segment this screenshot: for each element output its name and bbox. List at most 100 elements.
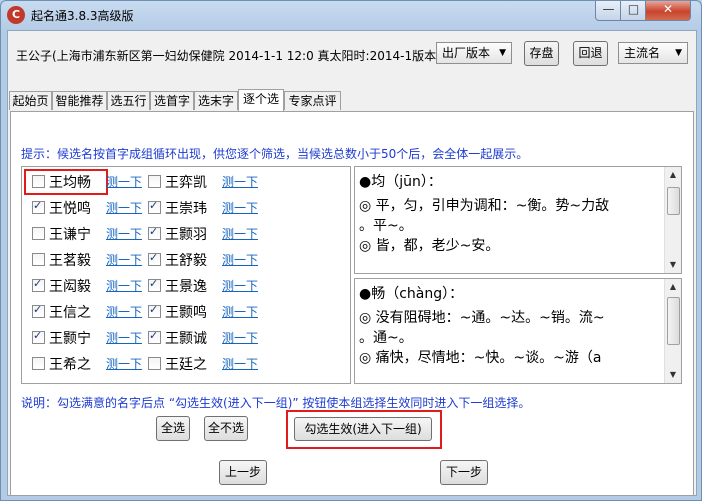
name-checkbox[interactable] [32,199,45,214]
chevron-down-icon: ▼ [499,48,506,58]
name-checkbox[interactable] [32,357,45,370]
hint-text: 提示：候选名按首字成组循环出现，供您逐个筛选，当候选总数小于50个后，会全体一起… [21,147,529,161]
test-link[interactable]: 测一下 [222,199,258,216]
test-link[interactable]: 测一下 [106,277,142,294]
version-select[interactable]: 出厂版本 ▼ [436,42,512,64]
name-checkbox[interactable] [148,357,161,370]
definition-line: ◎ 没有阻碍地：~通。~达。~销。流~ [359,310,605,326]
tab-expert-review[interactable]: 专家点评 [284,91,341,110]
list-item: 王信之 测一下 王颢鸣 测一下 [22,301,352,321]
name-list: 王均畅 测一下 王弈凯 测一下 王悦鸣 测一下 王崇玮 测一下 王谦宁 [21,166,351,384]
test-link[interactable]: 测一下 [106,303,142,320]
test-link[interactable]: 测一下 [222,277,258,294]
test-link[interactable]: 测一下 [106,173,142,190]
test-link[interactable]: 测一下 [106,225,142,242]
definition-title: ●畅（chàng）： [359,286,464,302]
next-step-button[interactable]: 下一步 [440,460,488,485]
scroll-down-icon[interactable]: ▼ [665,367,681,383]
name-checkbox[interactable] [148,277,161,292]
back-button[interactable]: 回退 [573,41,608,66]
name-label: 王廷之 [165,357,207,373]
name-checkbox[interactable] [148,329,161,344]
name-label: 王悦鸣 [49,201,91,217]
name-label: 王崇玮 [165,201,207,217]
test-link[interactable]: 测一下 [106,355,142,372]
list-item: 王希之 测一下 王廷之 测一下 [22,353,352,373]
scroll-up-icon[interactable]: ▲ [665,279,681,295]
name-checkbox[interactable] [148,225,161,240]
definition-line: 。平~。 [359,218,413,234]
test-link[interactable]: 测一下 [222,303,258,320]
tab-first-char[interactable]: 选首字 [150,91,194,110]
birth-info-text: 王公子(上海市浦东新区第一妇幼保健院 2014-1-1 12:0 真太阳时:20… [16,49,436,63]
name-checkbox[interactable] [148,199,161,214]
test-link[interactable]: 测一下 [222,355,258,372]
name-checkbox[interactable] [32,277,45,292]
scroll-down-icon[interactable]: ▼ [665,257,681,273]
tab-panel: 提示：候选名按首字成组循环出现，供您逐个筛选，当候选总数小于50个后，会全体一起… [10,111,694,496]
name-label: 王希之 [49,357,91,373]
select-none-button[interactable]: 全不选 [204,416,248,441]
minimize-icon[interactable]: — [595,1,622,21]
name-label: 王颢羽 [165,227,207,243]
version-select-value: 出厂版本 [442,46,491,60]
select-all-button[interactable]: 全选 [156,416,190,441]
test-link[interactable]: 测一下 [222,173,258,190]
test-link[interactable]: 测一下 [106,251,142,268]
test-link[interactable]: 测一下 [106,199,142,216]
apply-selection-button[interactable]: 勾选生效(进入下一组) [294,417,432,441]
mode-select[interactable]: 主流名 ▼ [618,42,688,64]
name-checkbox[interactable] [148,175,161,188]
app-window: C 起名通3.8.3高级版 — □ ✕ 王公子(上海市浦东新区第一妇幼保健院 2… [0,0,702,501]
test-link[interactable]: 测一下 [222,329,258,346]
scroll-up-icon[interactable]: ▲ [665,167,681,183]
title-bar[interactable]: C 起名通3.8.3高级版 — □ ✕ [1,1,701,29]
tab-start[interactable]: 起始页 [9,91,52,110]
name-label: 王颢宁 [49,331,91,347]
name-checkbox[interactable] [148,303,161,318]
name-checkbox[interactable] [32,253,45,266]
test-link[interactable]: 测一下 [222,225,258,242]
name-label: 王信之 [49,305,91,321]
definition-box-2: ●畅（chàng）： ◎ 没有阻碍地：~通。~达。~销。流~ 。通~。 ◎ 痛快… [354,278,682,384]
name-checkbox[interactable] [32,227,45,240]
definition-title: ●均（jūn）： [359,174,442,190]
app-logo-icon: C [7,6,25,24]
list-item: 王悦鸣 测一下 王崇玮 测一下 [22,197,352,217]
name-checkbox[interactable] [148,251,161,266]
name-label: 王谦宁 [49,227,91,243]
save-button[interactable]: 存盘 [524,41,559,66]
client-area: 王公子(上海市浦东新区第一妇幼保健院 2014-1-1 12:0 真太阳时:20… [7,30,697,496]
scroll-thumb[interactable] [667,187,680,215]
maximize-icon[interactable]: □ [620,1,647,21]
previous-step-button[interactable]: 上一步 [219,460,267,485]
name-label: 王均畅 [49,175,91,191]
window-title: 起名通3.8.3高级版 [31,9,134,23]
definition-scrollbar[interactable]: ▲ ▼ [664,279,681,383]
instruction-text: 说明：勾选满意的名字后点 “勾选生效(进入下一组)” 按钮使本组选择生效同时进入… [21,396,531,410]
definition-line: ◎ 痛快，尽情地：~快。~谈。~游（a [359,350,602,366]
definition-line: ◎ 皆，都，老少~安。 [359,238,500,254]
name-label: 王颢诚 [165,331,207,347]
list-item: 王茗毅 测一下 王舒毅 测一下 [22,249,352,269]
list-item: 王均畅 测一下 王弈凯 测一下 [22,171,352,191]
tab-five-elements[interactable]: 选五行 [107,91,150,110]
tab-smart-recommend[interactable]: 智能推荐 [52,91,107,110]
list-item: 王谦宁 测一下 王颢羽 测一下 [22,223,352,243]
name-label: 王景逸 [165,279,207,295]
scroll-thumb[interactable] [667,297,680,345]
name-checkbox[interactable] [32,303,45,318]
definition-line: 。通~。 [359,330,413,346]
tab-last-char[interactable]: 选末字 [194,91,238,110]
tab-one-by-one[interactable]: 逐个选 [238,89,284,111]
close-icon[interactable]: ✕ [645,1,691,21]
name-label: 王舒毅 [165,253,207,269]
test-link[interactable]: 测一下 [106,329,142,346]
test-link[interactable]: 测一下 [222,251,258,268]
definition-scrollbar[interactable]: ▲ ▼ [664,167,681,273]
name-checkbox[interactable] [32,329,45,344]
name-checkbox[interactable] [32,175,45,188]
chevron-down-icon: ▼ [675,48,682,58]
list-item: 王颢宁 测一下 王颢诚 测一下 [22,327,352,347]
definition-box-1: ●均（jūn）： ◎ 平，匀，引申为调和：~衡。势~力敌 。平~。 ◎ 皆，都，… [354,166,682,274]
